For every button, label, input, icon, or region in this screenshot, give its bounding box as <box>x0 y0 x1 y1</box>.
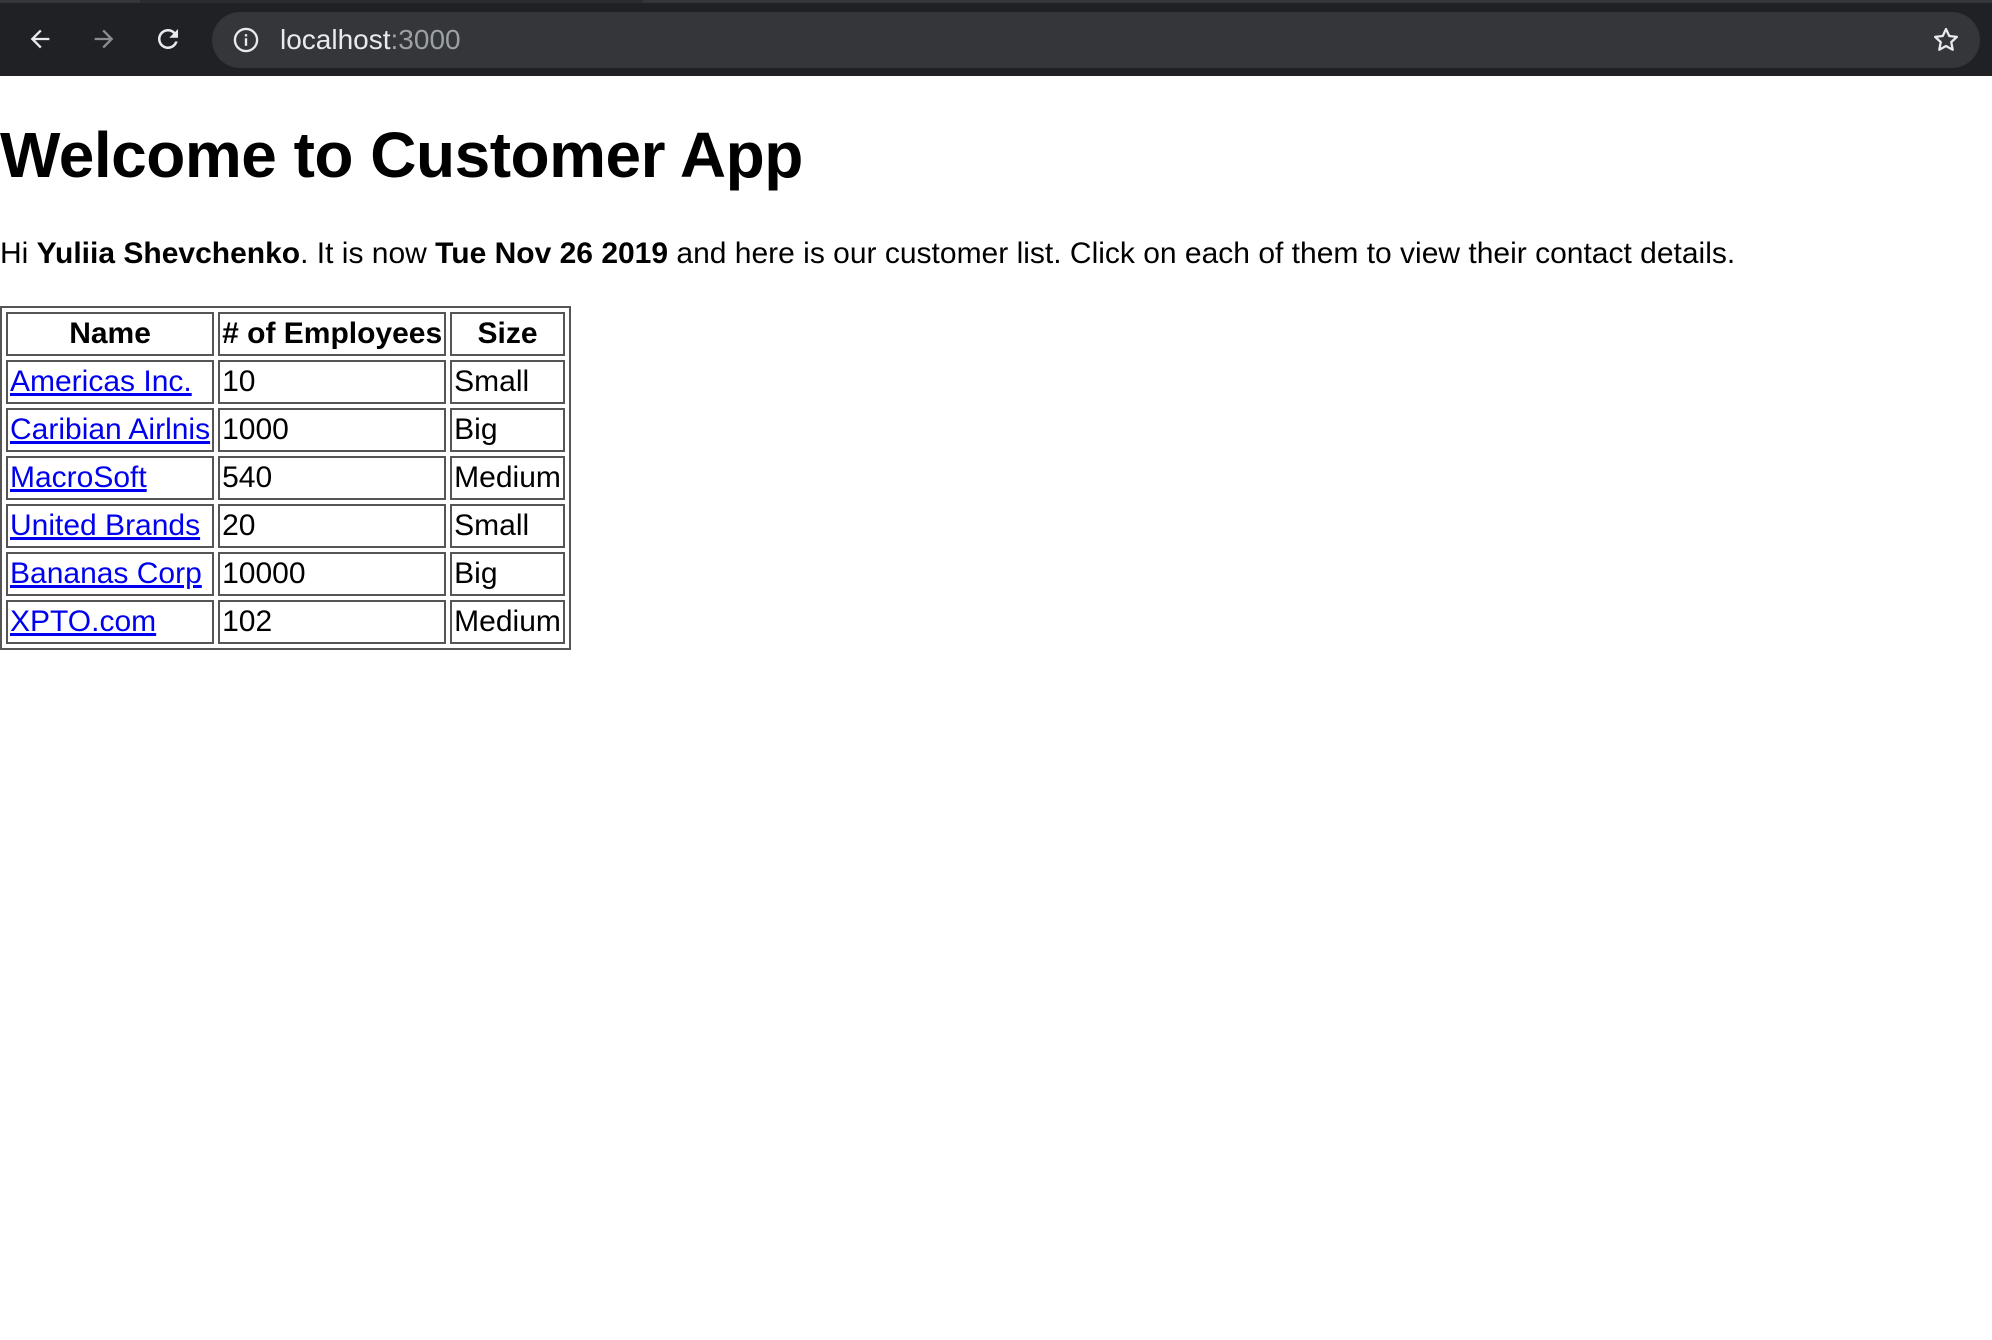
size-cell: Small <box>450 360 565 404</box>
name-cell: Americas Inc. <box>6 360 215 404</box>
column-header-size: Size <box>450 312 565 356</box>
reload-icon <box>153 24 183 54</box>
column-header-employees: # of Employees <box>218 312 447 356</box>
arrow-right-icon <box>90 25 118 53</box>
customer-link[interactable]: MacroSoft <box>10 461 147 494</box>
current-date: Tue Nov 26 2019 <box>435 237 669 270</box>
column-header-name: Name <box>6 312 215 356</box>
intro-suffix: and here is our customer list. Click on … <box>668 237 1736 270</box>
size-cell: Medium <box>450 600 565 644</box>
url-text[interactable]: localhost:3000 <box>280 12 461 68</box>
page-content: Welcome to Customer App Hi Yuliia Shevch… <box>0 76 1992 1340</box>
employees-cell: 20 <box>218 504 447 548</box>
name-cell: XPTO.com <box>6 600 215 644</box>
employees-cell: 540 <box>218 456 447 500</box>
table-row: MacroSoft 540 Medium <box>6 456 565 500</box>
size-cell: Big <box>450 552 565 596</box>
url-port: :3000 <box>390 24 461 55</box>
intro-prefix: Hi <box>0 237 37 270</box>
intro-middle: . It is now <box>300 237 436 270</box>
user-name: Yuliia Shevchenko <box>36 237 301 270</box>
customer-link[interactable]: Bananas Corp <box>10 557 202 590</box>
star-icon[interactable] <box>1930 24 1962 56</box>
name-cell: Caribian Airlnis <box>6 408 215 452</box>
intro-text: Hi Yuliia Shevchenko. It is now Tue Nov … <box>0 234 1735 274</box>
customer-link[interactable]: Americas Inc. <box>10 365 192 398</box>
table-row: Caribian Airlnis 1000 Big <box>6 408 565 452</box>
customer-link[interactable]: XPTO.com <box>10 605 156 638</box>
address-bar[interactable]: localhost:3000 <box>212 12 1980 68</box>
size-cell: Big <box>450 408 565 452</box>
table-header-row: Name # of Employees Size <box>6 312 565 356</box>
employees-cell: 10 <box>218 360 447 404</box>
reload-button[interactable] <box>146 17 190 61</box>
employees-cell: 10000 <box>218 552 447 596</box>
back-button[interactable] <box>18 17 62 61</box>
active-tab-indicator <box>140 0 643 3</box>
table-row: XPTO.com 102 Medium <box>6 600 565 644</box>
customer-link[interactable]: United Brands <box>10 509 200 542</box>
name-cell: United Brands <box>6 504 215 548</box>
name-cell: MacroSoft <box>6 456 215 500</box>
employees-cell: 1000 <box>218 408 447 452</box>
url-host: localhost <box>280 24 391 55</box>
table-row: Americas Inc. 10 Small <box>6 360 565 404</box>
table-row: United Brands 20 Small <box>6 504 565 548</box>
page-title: Welcome to Customer App <box>0 119 803 191</box>
table-row: Bananas Corp 10000 Big <box>6 552 565 596</box>
info-icon[interactable] <box>232 26 260 54</box>
customer-link[interactable]: Caribian Airlnis <box>10 413 210 446</box>
customer-table: Name # of Employees Size Americas Inc. 1… <box>0 306 571 650</box>
name-cell: Bananas Corp <box>6 552 215 596</box>
browser-toolbar: localhost:3000 <box>0 0 1992 76</box>
arrow-left-icon <box>26 25 54 53</box>
size-cell: Small <box>450 504 565 548</box>
employees-cell: 102 <box>218 600 447 644</box>
size-cell: Medium <box>450 456 565 500</box>
forward-button[interactable] <box>82 17 126 61</box>
